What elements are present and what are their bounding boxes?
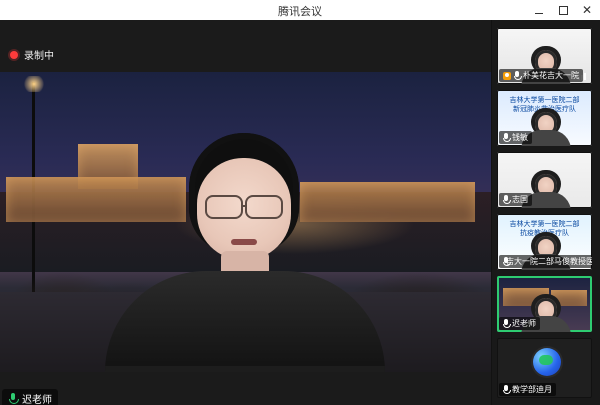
participant-label: 吉大一院二部马俊教授医 <box>499 255 592 268</box>
participant-label: 钱敏 <box>499 131 532 144</box>
participants-sidebar: 朴美花吉大一院 吉林大学第一医院二部 新冠肺炎救治医疗队 钱敏 志国 <box>491 20 600 405</box>
host-badge-icon <box>503 71 511 80</box>
microphone-icon <box>503 385 511 394</box>
microphone-icon <box>503 319 511 328</box>
maximize-button[interactable] <box>556 3 570 17</box>
minimize-button[interactable] <box>532 3 546 17</box>
participant-tile-active[interactable]: 迟老师 <box>497 276 592 332</box>
meeting-window: 腾讯会议 录制中 <box>0 0 600 405</box>
speaker-video <box>0 72 491 372</box>
participant-name: 志国 <box>512 195 528 204</box>
participant-label: 迟老师 <box>499 317 540 330</box>
microphone-icon <box>503 195 511 204</box>
participant-name: 朴美花吉大一院 <box>523 71 579 80</box>
participant-tile[interactable]: 志国 <box>497 152 592 208</box>
lamp-light <box>22 76 46 92</box>
glasses-lens-right <box>245 195 283 219</box>
participant-tile[interactable]: 吉林大学第一医院二部 新冠肺炎救治医疗队 钱敏 <box>497 90 592 146</box>
title-bar: 腾讯会议 <box>0 0 600 21</box>
participant-label: 朴美花吉大一院 <box>499 69 583 82</box>
glasses-lens-left <box>205 195 243 219</box>
participant-name: 迟老师 <box>512 319 536 328</box>
participant-name: 钱敏 <box>512 133 528 142</box>
speaker-body <box>105 271 385 372</box>
app-title: 腾讯会议 <box>278 5 322 18</box>
main-stage-area: 录制中 迟老师 <box>0 20 491 405</box>
participant-tile[interactable]: 教学部迪月 <box>497 338 592 398</box>
speaker-name-chip: 迟老师 <box>2 389 58 405</box>
window-controls <box>532 1 594 19</box>
close-button[interactable] <box>580 3 594 17</box>
speaker-person <box>105 133 385 372</box>
microphone-icon <box>503 133 511 142</box>
recording-indicator: 录制中 <box>10 47 54 62</box>
participant-name: 吉大一院二部马俊教授医 <box>506 257 592 266</box>
participant-tile[interactable]: 吉林大学第一医院二部 抗疫教治医疗队 吉大一院二部马俊教授医 <box>497 214 592 270</box>
recording-text: 录制中 <box>24 51 54 62</box>
record-dot-icon <box>10 50 18 59</box>
microphone-icon <box>514 71 522 80</box>
speaker-name: 迟老师 <box>22 395 52 405</box>
participant-label: 教学部迪月 <box>499 383 556 396</box>
participant-label: 志国 <box>499 193 532 206</box>
participant-name: 教学部迪月 <box>512 385 552 394</box>
speaker-glasses <box>201 195 287 219</box>
speaker-mouth <box>231 239 257 245</box>
microphone-icon <box>8 392 19 405</box>
participant-tile[interactable]: 朴美花吉大一院 <box>497 28 592 84</box>
earth-avatar-icon <box>533 348 561 376</box>
